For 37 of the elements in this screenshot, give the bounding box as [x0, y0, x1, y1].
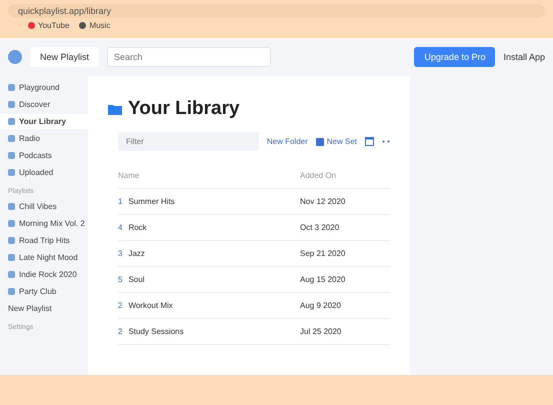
new-set-button[interactable]: New Set	[316, 137, 357, 146]
address-bar[interactable]: quickplaylist.app/library	[8, 4, 545, 18]
row-number: 2	[118, 327, 122, 336]
table-cell: Soul	[128, 275, 144, 284]
upgrade-button[interactable]: Upgrade to Pro	[414, 47, 496, 67]
column-header: Name	[118, 171, 140, 180]
page-title: Your Library	[128, 98, 240, 120]
bookmark[interactable]: Music	[79, 21, 110, 30]
row-number: 5	[118, 275, 122, 284]
table-cell-text: Aug 15 2020	[300, 275, 346, 284]
account-link[interactable]: Install App	[503, 52, 545, 62]
folder-icon	[108, 103, 122, 115]
more-icon[interactable]	[382, 140, 390, 143]
row-number: 4	[118, 223, 122, 232]
new-playlist-button[interactable]: New Playlist	[30, 47, 100, 67]
sidebar-item[interactable]: Your Library	[0, 114, 88, 129]
table-cell-text: Oct 3 2020	[300, 223, 340, 232]
table-cell-text: Jul 25 2020	[300, 327, 342, 336]
calendar-icon[interactable]	[365, 137, 374, 146]
table-cell: Study Sessions	[128, 327, 184, 336]
table-cell: Rock	[128, 223, 147, 232]
row-number: 1	[118, 197, 122, 206]
table-cell: Workout Mix	[128, 301, 173, 310]
bookmark[interactable]: YouTube	[28, 21, 70, 30]
table-cell: Jazz	[128, 249, 145, 258]
row-number: 2	[118, 301, 122, 310]
table-cell: Summer Hits	[128, 197, 175, 206]
column-header: Added On	[300, 171, 338, 180]
filter-field[interactable]: Filter	[118, 132, 259, 151]
table-cell-text: Nov 12 2020	[300, 197, 346, 206]
row-number: 3	[118, 249, 122, 258]
table-cell-text: Aug 9 2020	[300, 301, 342, 310]
set-icon	[316, 138, 324, 146]
table-cell-text: Sep 21 2020	[300, 249, 346, 258]
logo-icon	[8, 50, 22, 64]
search-field[interactable]: Search	[107, 47, 272, 67]
new-folder-button[interactable]: New Folder	[266, 137, 308, 146]
